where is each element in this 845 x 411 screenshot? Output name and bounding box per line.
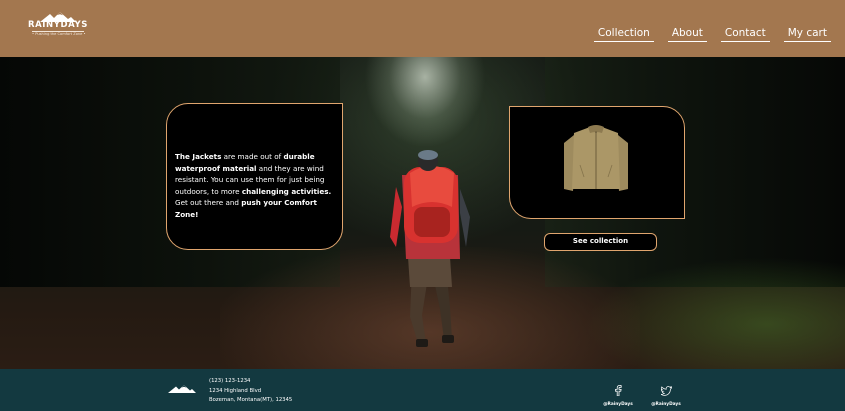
facebook-icon bbox=[615, 385, 622, 397]
hiker-image bbox=[390, 150, 470, 347]
nav-my-cart[interactable]: My cart bbox=[783, 27, 831, 42]
city-address: Bozeman, Montana(MT), 12345 bbox=[209, 397, 293, 403]
phone-number: (123) 123-1234 bbox=[209, 378, 251, 384]
twitter-handle: @RainyDays bbox=[651, 402, 681, 407]
hero-section: The Jackets are made out of durable wate… bbox=[0, 57, 845, 369]
product-card[interactable] bbox=[509, 106, 685, 219]
site-footer: (123) 123-1234 1234 Highland Blvd Bozema… bbox=[0, 369, 845, 411]
street-address: 1234 Highland Blvd bbox=[209, 387, 262, 394]
main-nav: Collection About Contact My cart bbox=[593, 27, 831, 42]
nav-collection[interactable]: Collection bbox=[593, 27, 654, 42]
logo-name: RAINYDAYS bbox=[27, 20, 89, 30]
facebook-handle: @RainyDays bbox=[603, 402, 633, 407]
logo-tagline: • Pushing the Comfort Zone • bbox=[32, 31, 86, 36]
jacket-image bbox=[564, 125, 628, 191]
twitter-link[interactable]: @RainyDays bbox=[646, 381, 686, 407]
mountain-logo-icon[interactable] bbox=[168, 385, 196, 393]
info-text: The Jackets are made out of durable wate… bbox=[175, 152, 332, 219]
facebook-link[interactable]: @RainyDays bbox=[598, 381, 638, 407]
nav-contact[interactable]: Contact bbox=[720, 27, 770, 42]
site-header: RAINYDAYS • Pushing the Comfort Zone • C… bbox=[0, 0, 845, 57]
logo[interactable]: RAINYDAYS • Pushing the Comfort Zone • bbox=[26, 12, 90, 44]
info-card: The Jackets are made out of durable wate… bbox=[166, 103, 343, 250]
nav-about[interactable]: About bbox=[667, 27, 707, 42]
see-collection-button[interactable]: See collection bbox=[544, 233, 657, 251]
footer-address: (123) 123-1234 1234 Highland Blvd Bozema… bbox=[209, 377, 292, 406]
twitter-icon bbox=[659, 385, 672, 396]
